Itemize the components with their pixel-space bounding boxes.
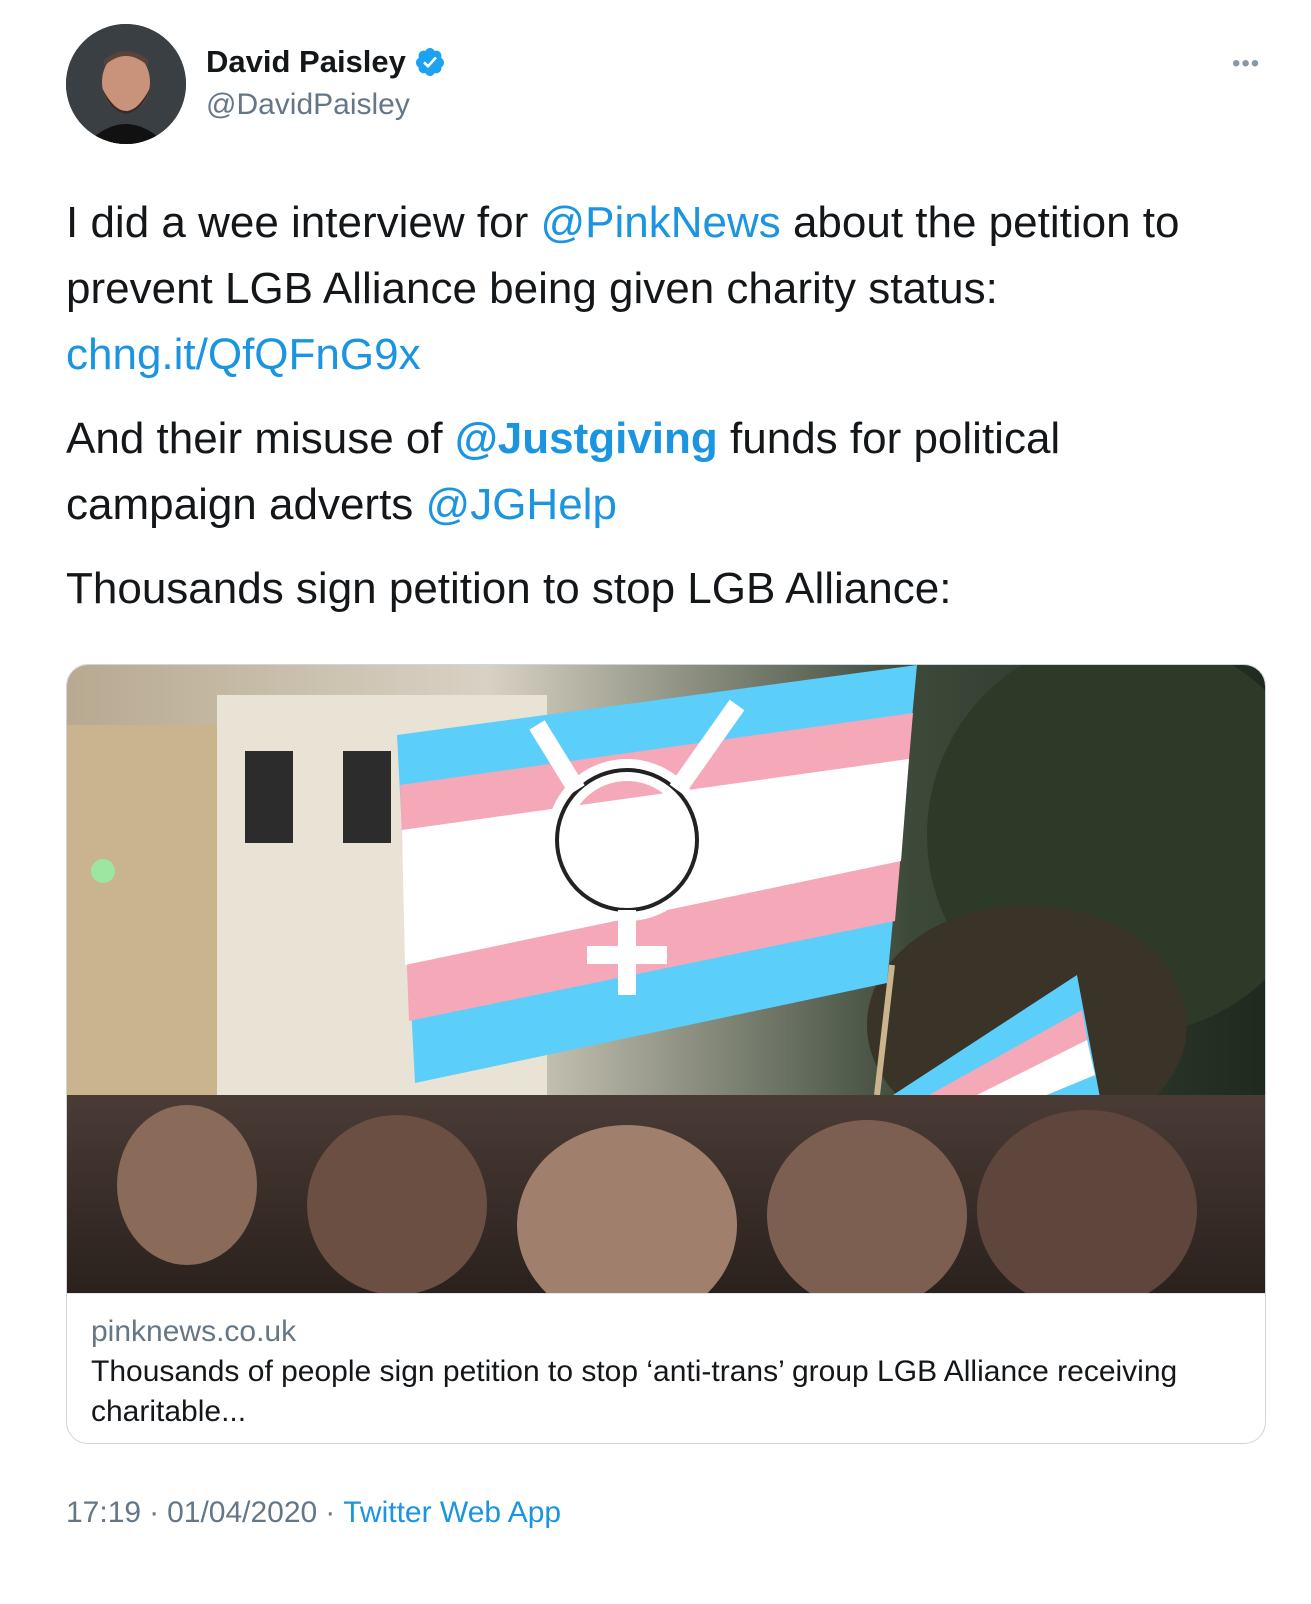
mention-pinknews[interactable]: @PinkNews bbox=[540, 198, 780, 247]
verified-badge-icon bbox=[415, 48, 444, 76]
author-name-row[interactable]: David Paisley bbox=[206, 44, 446, 80]
separator: · bbox=[325, 1496, 336, 1529]
display-name[interactable]: David Paisley bbox=[206, 44, 406, 80]
petition-link[interactable]: chng.it/QfQFnG9x bbox=[66, 330, 421, 379]
text-span: I did a wee interview for bbox=[66, 198, 541, 247]
tweet-paragraph-3: Thousands sign petition to stop LGB Alli… bbox=[66, 564, 952, 613]
tweet-footer: 17:19 · 01/04/2020 · Twitter Web App bbox=[66, 1496, 561, 1530]
tweet-paragraph-1: I did a wee interview for @PinkNews abou… bbox=[66, 190, 1256, 388]
tweet-paragraph-2: And their misuse of @Justgiving funds fo… bbox=[66, 406, 1256, 538]
author-handle[interactable]: @DavidPaisley bbox=[206, 88, 410, 122]
text-span: And their misuse of bbox=[66, 414, 455, 463]
ellipsis-icon[interactable]: ••• bbox=[1232, 52, 1260, 76]
mention-justgiving[interactable]: @Justgiving bbox=[455, 414, 718, 463]
avatar[interactable] bbox=[66, 24, 186, 144]
tweet-time[interactable]: 17:19 bbox=[66, 1496, 141, 1530]
mention-jghelp[interactable]: @JGHelp bbox=[426, 480, 617, 529]
tweet-source[interactable]: Twitter Web App bbox=[343, 1496, 561, 1530]
tweet-date[interactable]: 01/04/2020 bbox=[167, 1496, 317, 1530]
card-image bbox=[67, 665, 1265, 1293]
tweet-text: I did a wee interview for @PinkNews abou… bbox=[66, 190, 1256, 640]
avatar-photo bbox=[66, 24, 186, 144]
separator: · bbox=[149, 1496, 160, 1529]
card-domain: pinknews.co.uk bbox=[91, 1315, 297, 1348]
link-card[interactable]: pinknews.co.uk Thousands of people sign … bbox=[66, 664, 1266, 1444]
card-meta: pinknews.co.uk Thousands of people sign … bbox=[67, 1293, 1265, 1443]
card-title: Thousands of people sign petition to sto… bbox=[91, 1355, 1178, 1428]
